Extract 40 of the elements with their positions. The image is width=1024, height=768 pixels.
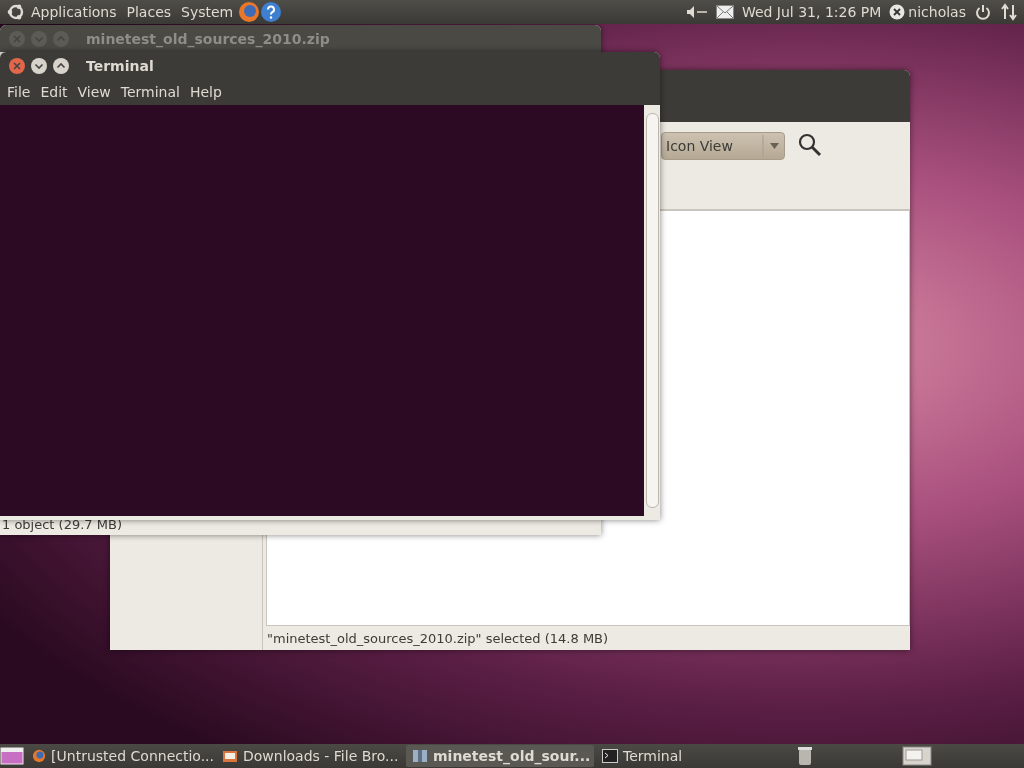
scrollbar-thumb[interactable] [645,113,659,508]
panel-menu[interactable]: Applications [26,4,122,20]
speaker-icon[interactable] [685,5,708,19]
status-icon[interactable] [889,4,906,20]
power-icon[interactable] [974,3,992,21]
scrollbar[interactable] [644,105,660,516]
menu-item[interactable]: Edit [35,84,73,100]
folder-icon [222,748,238,764]
taskbar-button[interactable]: [Untrusted Connectio... [26,745,214,767]
help-icon[interactable] [260,1,283,23]
maximize-button[interactable] [52,56,70,75]
network-icon[interactable] [1000,3,1018,21]
close-button[interactable] [8,56,26,75]
logo-icon[interactable] [6,2,26,22]
archive-icon [412,748,428,764]
taskbar-button[interactable]: Terminal [596,745,784,767]
trash-icon[interactable] [796,746,814,766]
taskbar-button[interactable]: minetest_old_sour... [406,745,594,767]
menu-item[interactable]: View [72,84,116,100]
status-text: 1 object (29.7 MB) [1,517,123,534]
user-name[interactable]: nicholas [908,4,966,20]
minimize-button[interactable] [30,56,48,75]
menu-item[interactable]: File [2,84,36,100]
window-title: minetest_old_sources_2010.zip [86,30,330,47]
terminal-icon [602,748,618,764]
panel-menu[interactable]: Places [121,4,177,20]
view-mode-dropdown[interactable]: Icon View [661,132,785,160]
globe-icon [32,748,47,764]
panel-menu[interactable]: System [176,4,239,20]
show-desktop-icon[interactable] [0,746,24,766]
taskbar-button[interactable]: Downloads - File Bro... [216,745,404,767]
clock[interactable]: Wed Jul 31, 1:26 PM [741,4,882,20]
globe-icon[interactable] [238,1,261,23]
search-icon[interactable] [797,132,823,158]
menu-item[interactable]: Terminal [115,84,185,100]
workspace-icon[interactable] [902,746,932,766]
envelope-icon[interactable] [715,5,734,19]
menu-item[interactable]: Help [184,84,227,100]
window-title: Terminal [86,57,154,74]
status-text: "minetest_old_sources_2010.zip" selected (14.8 MB) [266,629,610,648]
